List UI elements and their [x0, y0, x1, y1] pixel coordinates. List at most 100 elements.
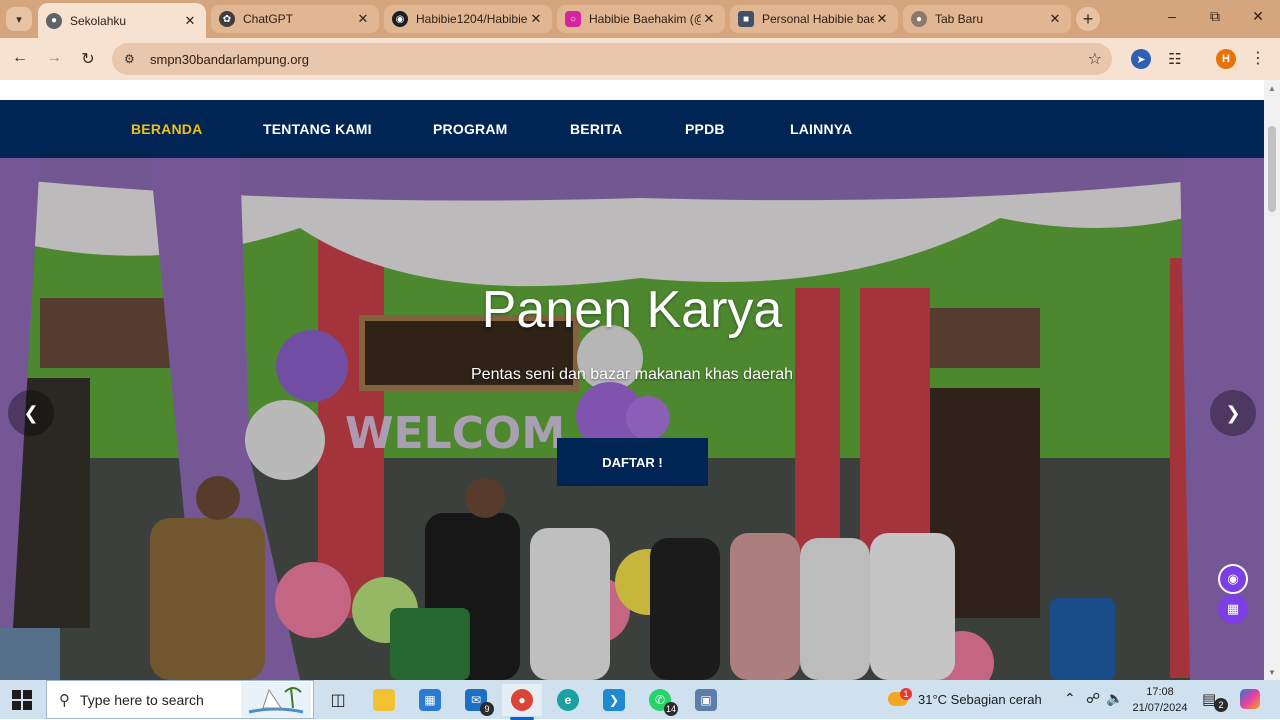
edge-icon: e — [557, 689, 579, 711]
chrome-icon: ● — [511, 689, 533, 711]
github-icon: ◉ — [392, 11, 408, 27]
mail-badge: 9 — [480, 702, 494, 716]
nav-beranda[interactable]: BERANDA — [131, 121, 202, 137]
restore-button[interactable]: ⧉ — [1205, 8, 1225, 25]
tab-title: Habibie Baehakim (@ — [589, 12, 701, 26]
chrome-icon: ● — [911, 11, 927, 27]
chevron-left-icon: ❮ — [23, 402, 39, 423]
close-icon[interactable]: ✕ — [1047, 11, 1063, 27]
tab-title: Sekolahku — [70, 13, 127, 28]
search-placeholder: Type here to search — [80, 691, 204, 708]
puzzle-icon[interactable]: ☷ — [1165, 49, 1185, 69]
close-icon[interactable]: ✕ — [182, 13, 198, 29]
windows-start-icon[interactable] — [12, 690, 32, 710]
browser-toolbar: ← → ↻ ⚙ smpn30bandarlampung.org ☆ ➤ ☷ H … — [0, 38, 1280, 80]
store-icon: ▦ — [419, 689, 441, 711]
minimize-button[interactable]: – — [1162, 8, 1182, 24]
vscode-icon: ❯ — [603, 689, 625, 711]
chevron-right-icon: ❯ — [1225, 402, 1241, 423]
hero-carousel: WELCOM Panen Karya Pentas seni dan bazar… — [0, 158, 1264, 680]
app-window-button[interactable]: ▣ — [686, 684, 726, 716]
forward-button[interactable]: → — [44, 49, 64, 67]
close-window-button[interactable]: ✕ — [1248, 8, 1268, 25]
nav-berita[interactable]: BERITA — [570, 121, 622, 137]
url-text[interactable]: smpn30bandarlampung.org — [150, 52, 309, 67]
back-button[interactable]: ← — [10, 49, 30, 67]
close-icon[interactable]: ✕ — [701, 11, 717, 27]
address-bar[interactable]: ⚙ smpn30bandarlampung.org ☆ — [112, 43, 1112, 75]
hero-title: Panen Karya — [481, 281, 783, 339]
scroll-thumb[interactable] — [1268, 126, 1276, 212]
site-info-icon[interactable]: ⚙ — [124, 52, 142, 66]
scroll-down-icon[interactable]: ▼ — [1268, 668, 1276, 677]
new-tab-button[interactable]: + — [1076, 7, 1100, 31]
daftar-button[interactable]: DAFTAR ! — [557, 438, 708, 486]
folder-icon — [373, 689, 395, 711]
edge-button[interactable]: e — [548, 684, 588, 716]
tab-new[interactable]: ● Tab Baru ✕ — [903, 5, 1071, 33]
more-menu-icon[interactable]: ⋮ — [1250, 48, 1266, 68]
notification-badge: 2 — [1214, 698, 1228, 712]
weather-alert-badge: 1 — [900, 688, 912, 700]
tab-sekolahku[interactable]: ● Sekolahku ✕ — [38, 3, 206, 38]
tab-search-button[interactable]: ▾ — [6, 7, 32, 31]
nav-ppdb[interactable]: PPDB — [685, 121, 725, 137]
instagram-icon: ○ — [565, 11, 581, 27]
tab-title: Personal Habibie bae — [762, 12, 874, 26]
tab-title: Tab Baru — [935, 12, 984, 26]
scroll-up-icon[interactable]: ▲ — [1268, 84, 1276, 93]
chrome-button[interactable]: ● — [502, 684, 542, 720]
page-viewport: BERANDA TENTANG KAMI PROGRAM BERITA PPDB… — [0, 80, 1280, 680]
weather-icon[interactable]: 1 — [888, 688, 912, 710]
bookmark-star-icon[interactable]: ☆ — [1088, 49, 1102, 69]
mail-button[interactable]: ✉ 9 — [456, 684, 496, 716]
hero-subtitle: Pentas seni dan bazar makanan khas daera… — [471, 366, 793, 383]
vscode-button[interactable]: ❯ — [594, 684, 634, 716]
show-hidden-icons[interactable]: ⌃ — [1064, 690, 1076, 707]
plus-icon: + — [1082, 8, 1094, 29]
carousel-next-button[interactable]: ❯ — [1210, 390, 1256, 436]
nav-program[interactable]: PROGRAM — [433, 121, 508, 137]
app-window-icon: ▣ — [695, 689, 717, 711]
clock-time: 17:08 — [1146, 686, 1174, 698]
task-view-button[interactable]: ◫ — [318, 684, 358, 716]
profile-photo-icon: ■ — [738, 11, 754, 27]
system-clock[interactable]: 17:08 21/07/2024 — [1128, 684, 1192, 716]
tab-github[interactable]: ◉ Habibie1204/Habibie ✕ — [384, 5, 552, 33]
chevron-down-icon: ▾ — [16, 13, 22, 26]
tab-personal[interactable]: ■ Personal Habibie bae ✕ — [730, 5, 898, 33]
clock-date: 21/07/2024 — [1132, 702, 1188, 714]
file-explorer-button[interactable] — [364, 684, 404, 716]
notifications-button[interactable]: ▤ 2 — [1202, 690, 1228, 712]
taskbar-search-box[interactable]: ⚲ Type here to search — [46, 680, 314, 719]
microsoft-store-button[interactable]: ▦ — [410, 684, 450, 716]
search-icon: ⚲ — [59, 691, 70, 709]
extension-icon[interactable]: ➤ — [1131, 49, 1151, 69]
search-highlight-icon — [241, 682, 311, 718]
hero-overlay — [0, 158, 1264, 680]
task-view-icon: ◫ — [330, 692, 346, 709]
profile-avatar[interactable]: H — [1216, 49, 1236, 69]
volume-icon[interactable]: 🔈 — [1106, 690, 1123, 707]
tab-instagram[interactable]: ○ Habibie Baehakim (@ ✕ — [557, 5, 725, 33]
nav-lainnya[interactable]: LAINNYA — [790, 121, 852, 137]
weather-text[interactable]: 31°C Sebagian cerah — [918, 692, 1042, 707]
network-icon[interactable]: ☍ — [1086, 690, 1100, 707]
image-ai-icon[interactable]: ▦ — [1218, 594, 1248, 624]
whatsapp-badge: 14 — [663, 702, 678, 716]
close-icon[interactable]: ✕ — [355, 11, 371, 27]
windows-taskbar: ⚲ Type here to search ◫ ▦ ✉ 9 ● e ❯ ✆ 14… — [0, 680, 1280, 720]
tab-chatgpt[interactable]: ✿ ChatGPT ✕ — [211, 5, 379, 33]
copilot-icon[interactable] — [1240, 689, 1260, 709]
record-icon[interactable]: ◉ — [1218, 564, 1248, 594]
reload-button[interactable]: ↻ — [78, 49, 98, 69]
nav-tentang-kami[interactable]: TENTANG KAMI — [263, 121, 372, 137]
browser-tabstrip: ▾ ● Sekolahku ✕ ✿ ChatGPT ✕ ◉ Habibie120… — [0, 0, 1280, 38]
page-scrollbar[interactable]: ▲ ▼ — [1264, 80, 1280, 680]
tab-title: Habibie1204/Habibie — [416, 12, 528, 26]
close-icon[interactable]: ✕ — [528, 11, 544, 27]
globe-icon: ● — [46, 12, 62, 29]
close-icon[interactable]: ✕ — [874, 11, 890, 27]
carousel-prev-button[interactable]: ❮ — [8, 390, 54, 436]
whatsapp-button[interactable]: ✆ 14 — [640, 684, 680, 716]
